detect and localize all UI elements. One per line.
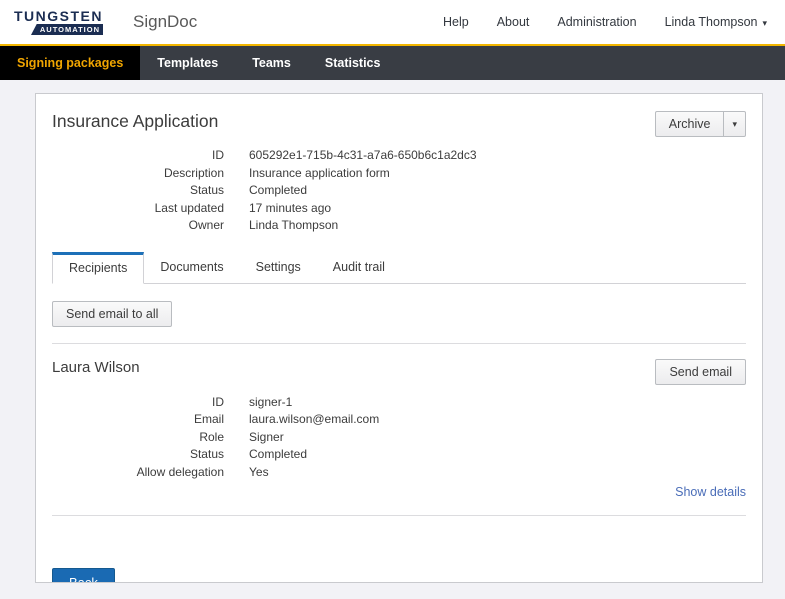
- recipient-name: Laura Wilson: [52, 358, 140, 376]
- chevron-down-icon: ▾: [762, 18, 767, 28]
- detail-row: Role Signer: [52, 429, 746, 447]
- detail-label: Last updated: [154, 200, 224, 215]
- top-header: TUNGSTEN AUTOMATION SignDoc Help About A…: [0, 0, 785, 44]
- detail-label: Description: [163, 165, 224, 180]
- detail-value: Linda Thompson: [249, 218, 339, 232]
- recipients-toolbar: Send email to all: [52, 300, 746, 327]
- package-title: Insurance Application: [52, 111, 219, 131]
- section-divider: [52, 515, 746, 516]
- recipient-details: ID signer-1 Email laura.wilson@email.com…: [52, 394, 746, 482]
- detail-row: Last updated 17 minutes ago: [52, 200, 746, 218]
- top-menu: Help About Administration Linda Thompson…: [443, 15, 767, 29]
- detail-value: signer-1: [249, 394, 293, 409]
- send-email-button[interactable]: Send email: [655, 358, 746, 385]
- primary-navbar: Signing packages Templates Teams Statist…: [0, 44, 785, 80]
- package-tabs: Recipients Documents Settings Audit trai…: [52, 251, 746, 284]
- archive-dropdown-button[interactable]: ▾: [724, 111, 746, 137]
- tab-recipients[interactable]: Recipients: [52, 251, 145, 284]
- section-divider: [52, 342, 746, 344]
- detail-label: Status: [189, 183, 224, 197]
- send-email-to-all-button[interactable]: Send email to all: [52, 300, 173, 327]
- detail-label: Email: [193, 412, 224, 426]
- nav-teams[interactable]: Teams: [235, 46, 308, 80]
- detail-value: 17 minutes ago: [249, 200, 332, 215]
- detail-value: 605292e1-715b-4c31-a7a6-650b6c1a2dc3: [249, 148, 477, 162]
- detail-label: ID: [212, 394, 224, 409]
- detail-row: Status Completed: [52, 446, 746, 464]
- archive-button[interactable]: Archive: [654, 111, 725, 137]
- detail-value: laura.wilson@email.com: [249, 412, 380, 426]
- detail-row: Description Insurance application form: [52, 165, 746, 183]
- detail-value: Completed: [249, 183, 308, 197]
- recipient-header-row: Laura Wilson Send email: [52, 358, 746, 385]
- detail-value: Completed: [249, 447, 308, 461]
- detail-row: ID 605292e1-715b-4c31-a7a6-650b6c1a2dc3: [52, 147, 746, 165]
- menu-about[interactable]: About: [497, 15, 530, 29]
- tab-audit-trail[interactable]: Audit trail: [317, 252, 401, 283]
- detail-row: Owner Linda Thompson: [52, 217, 746, 235]
- detail-label: Owner: [188, 218, 224, 232]
- nav-signing-packages[interactable]: Signing packages: [0, 46, 141, 80]
- tab-documents[interactable]: Documents: [144, 252, 239, 283]
- package-header-row: Insurance Application Archive ▾: [52, 111, 746, 137]
- show-details-link[interactable]: Show details: [675, 485, 746, 499]
- signing-package-card: Insurance Application Archive ▾ ID 60529…: [35, 93, 763, 583]
- detail-value: Yes: [249, 464, 269, 479]
- detail-row: Email laura.wilson@email.com: [52, 411, 746, 429]
- logo-automation-text: AUTOMATION: [30, 23, 103, 36]
- detail-label: ID: [212, 148, 224, 162]
- menu-help[interactable]: Help: [443, 15, 469, 29]
- package-details: ID 605292e1-715b-4c31-a7a6-650b6c1a2dc3 …: [52, 147, 746, 235]
- chevron-down-icon: ▾: [732, 119, 737, 129]
- detail-value: Signer: [249, 429, 284, 444]
- detail-value: Insurance application form: [249, 165, 390, 180]
- nav-statistics[interactable]: Statistics: [308, 46, 398, 80]
- user-menu[interactable]: Linda Thompson ▾: [665, 15, 767, 29]
- detail-label: Status: [189, 447, 224, 461]
- detail-row: ID signer-1: [52, 394, 746, 412]
- logo-tungsten-text: TUNGSTEN: [14, 7, 103, 24]
- detail-row: Status Completed: [52, 182, 746, 200]
- card-footer: Back: [52, 568, 746, 582]
- back-button[interactable]: Back: [52, 568, 115, 582]
- app-name: SignDoc: [133, 12, 198, 31]
- user-name: Linda Thompson: [664, 15, 758, 29]
- archive-split-button: Archive ▾: [654, 111, 746, 137]
- detail-row: Allow delegation Yes: [52, 464, 746, 482]
- tab-settings[interactable]: Settings: [240, 252, 317, 283]
- main-content: Insurance Application Archive ▾ ID 60529…: [0, 80, 785, 599]
- menu-administration[interactable]: Administration: [557, 15, 636, 29]
- detail-label: Allow delegation: [136, 464, 224, 479]
- detail-label: Role: [199, 429, 224, 444]
- tungsten-automation-logo: TUNGSTEN AUTOMATION: [14, 9, 103, 36]
- nav-templates[interactable]: Templates: [140, 46, 235, 80]
- show-details-row: Show details: [52, 483, 746, 501]
